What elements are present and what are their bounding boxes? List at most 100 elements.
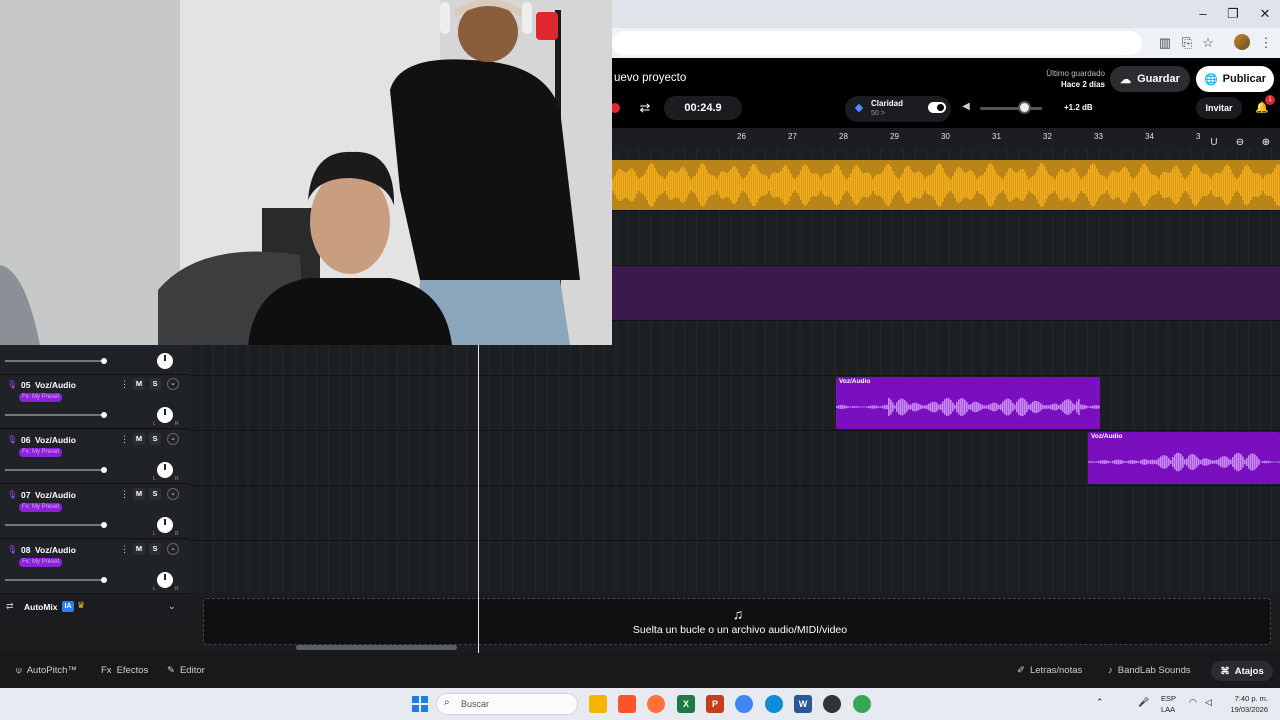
mute-button[interactable]: M bbox=[133, 488, 145, 500]
waveform-bar bbox=[838, 405, 840, 409]
track-volume-knob[interactable] bbox=[101, 577, 107, 583]
file-explorer-icon[interactable] bbox=[589, 695, 607, 713]
publish-button[interactable]: 🌐 Publicar bbox=[1196, 66, 1274, 92]
fx-preset-badge[interactable]: Fx: My Preset bbox=[19, 503, 63, 512]
pan-knob[interactable] bbox=[157, 407, 173, 423]
chrome-profile-icon[interactable] bbox=[853, 695, 871, 713]
cast-icon[interactable]: ⎘ bbox=[1177, 33, 1197, 53]
track-menu-icon[interactable]: ⋮ bbox=[120, 543, 129, 555]
profile-avatar[interactable] bbox=[1234, 34, 1250, 50]
track-name[interactable]: Voz/Audio bbox=[35, 490, 76, 500]
track-name[interactable]: Voz/Audio bbox=[35, 545, 76, 555]
fx-preset-badge[interactable]: Fx: My Preset bbox=[19, 558, 63, 567]
track-menu-icon[interactable]: ⋮ bbox=[120, 488, 129, 500]
mute-button[interactable]: M bbox=[133, 378, 145, 390]
bookmark-star-icon[interactable]: ☆ bbox=[1198, 33, 1218, 53]
clock-time[interactable]: 7:40 p. m. bbox=[1224, 694, 1268, 703]
fx-preset-badge[interactable]: Fx: My Preset bbox=[19, 448, 63, 457]
track-header[interactable]: 🎙 08 Voz/Audio Fx: My Preset ⋮ M S ⌄ L R bbox=[0, 540, 190, 594]
automix-row[interactable]: ⇄ AutoMix IA ♛ ⌄ bbox=[0, 596, 190, 620]
effects-button[interactable]: Fx Efectos bbox=[101, 662, 148, 680]
shortcuts-button[interactable]: ⌘ Atajos bbox=[1211, 661, 1273, 681]
track-volume-knob[interactable] bbox=[101, 358, 107, 364]
taskbar-search[interactable]: Buscar bbox=[436, 693, 578, 715]
master-volume-slider[interactable] bbox=[980, 107, 1042, 110]
waveform-bar bbox=[992, 165, 994, 205]
brave-icon[interactable] bbox=[618, 695, 636, 713]
claridad-toggle[interactable] bbox=[928, 102, 946, 113]
playhead[interactable] bbox=[478, 345, 479, 653]
track-volume-knob[interactable] bbox=[101, 412, 107, 418]
browser-menu-icon[interactable]: ⋮ bbox=[1256, 33, 1276, 53]
track-name[interactable]: Voz/Audio bbox=[35, 380, 76, 390]
autopitch-button[interactable]: ⍦ AutoPitch™ bbox=[16, 662, 77, 680]
minimize-button[interactable]: – bbox=[1188, 4, 1218, 24]
waveform-bar bbox=[1006, 171, 1008, 199]
close-button[interactable]: ✕ bbox=[1250, 4, 1280, 24]
edge-icon[interactable] bbox=[765, 695, 783, 713]
project-title[interactable]: uevo proyecto bbox=[614, 72, 686, 84]
restore-button[interactable]: ❐ bbox=[1218, 4, 1248, 24]
track-header[interactable]: 🎙 05 Voz/Audio Fx: My Preset ⋮ M S ⌄ L R bbox=[0, 375, 190, 429]
lyrics-button[interactable]: ✐ Letras/notas bbox=[1017, 662, 1082, 680]
track-volume-slider[interactable] bbox=[5, 469, 105, 471]
bandlab-sounds-button[interactable]: ♪ BandLab Sounds bbox=[1108, 662, 1191, 680]
chevron-down-icon[interactable]: ⌄ bbox=[167, 433, 179, 445]
solo-button[interactable]: S bbox=[149, 378, 161, 390]
track-volume-slider[interactable] bbox=[5, 524, 105, 526]
track-volume-slider[interactable] bbox=[5, 579, 105, 581]
track-menu-icon[interactable]: ⋮ bbox=[120, 378, 129, 390]
pan-knob[interactable] bbox=[157, 462, 173, 478]
microphone-icon[interactable]: 🎤 bbox=[1138, 697, 1149, 708]
solo-button[interactable]: S bbox=[149, 433, 161, 445]
track-volume-slider[interactable] bbox=[5, 414, 105, 416]
save-button[interactable]: ☁ Guardar bbox=[1110, 66, 1190, 92]
pan-knob[interactable] bbox=[157, 353, 173, 369]
chrome-icon[interactable] bbox=[735, 695, 753, 713]
beat-clip[interactable] bbox=[612, 160, 1280, 210]
waveform-bar bbox=[1158, 179, 1160, 191]
editor-button[interactable]: ✎ Editor bbox=[167, 662, 205, 680]
horizontal-scrollbar[interactable] bbox=[296, 645, 457, 650]
solo-button[interactable]: S bbox=[149, 488, 161, 500]
audio-clip[interactable]: Voz/Audio bbox=[836, 377, 1100, 429]
tray-chevron-icon[interactable]: ⌃ bbox=[1096, 697, 1104, 708]
excel-icon[interactable]: X bbox=[677, 695, 695, 713]
chevron-down-icon[interactable]: ⌄ bbox=[167, 378, 179, 390]
powerpoint-icon[interactable]: P bbox=[706, 695, 724, 713]
firefox-icon[interactable] bbox=[647, 695, 665, 713]
app-icon[interactable] bbox=[823, 695, 841, 713]
track-name[interactable]: Voz/Audio bbox=[35, 435, 76, 445]
pan-knob[interactable] bbox=[157, 517, 173, 533]
address-bar[interactable] bbox=[612, 31, 1142, 55]
track-volume-knob[interactable] bbox=[101, 522, 107, 528]
chevron-down-icon[interactable]: ⌄ bbox=[168, 601, 176, 612]
language-indicator[interactable]: ESP bbox=[1161, 694, 1176, 703]
sidebar-icon[interactable]: ▥ bbox=[1155, 33, 1175, 53]
fx-preset-badge[interactable]: Fx: My Preset bbox=[19, 393, 63, 402]
mute-button[interactable]: M bbox=[133, 433, 145, 445]
wifi-icon[interactable]: ◠ bbox=[1189, 697, 1197, 708]
waveform-bar bbox=[1234, 177, 1236, 193]
vocal-lane-clip[interactable] bbox=[612, 266, 1280, 320]
speaker-icon[interactable]: ◀ bbox=[959, 100, 973, 114]
track-volume-slider[interactable] bbox=[5, 360, 105, 362]
mute-button[interactable]: M bbox=[133, 543, 145, 555]
chevron-down-icon[interactable]: ⌄ bbox=[167, 543, 179, 555]
ruler-tick: 34 bbox=[1145, 132, 1154, 141]
pan-knob[interactable] bbox=[157, 572, 173, 588]
track-volume-knob[interactable] bbox=[101, 467, 107, 473]
track-header[interactable]: 🎙 07 Voz/Audio Fx: My Preset ⋮ M S ⌄ L R bbox=[0, 485, 190, 539]
loop-icon[interactable]: ⇄ bbox=[636, 99, 654, 117]
audio-clip[interactable]: Voz/Audio bbox=[1088, 432, 1280, 484]
volume-icon[interactable]: ◁ bbox=[1205, 697, 1212, 708]
track-header[interactable]: 🎙 06 Voz/Audio Fx: My Preset ⋮ M S ⌄ L R bbox=[0, 430, 190, 484]
track-menu-icon[interactable]: ⋮ bbox=[120, 433, 129, 445]
invite-button[interactable]: Invitar bbox=[1196, 97, 1242, 119]
windows-start-icon[interactable] bbox=[412, 696, 428, 712]
word-icon[interactable]: W bbox=[794, 695, 812, 713]
waveform-bar bbox=[932, 173, 934, 197]
solo-button[interactable]: S bbox=[149, 543, 161, 555]
chevron-down-icon[interactable]: ⌄ bbox=[167, 488, 179, 500]
master-volume-knob[interactable] bbox=[1018, 101, 1031, 114]
